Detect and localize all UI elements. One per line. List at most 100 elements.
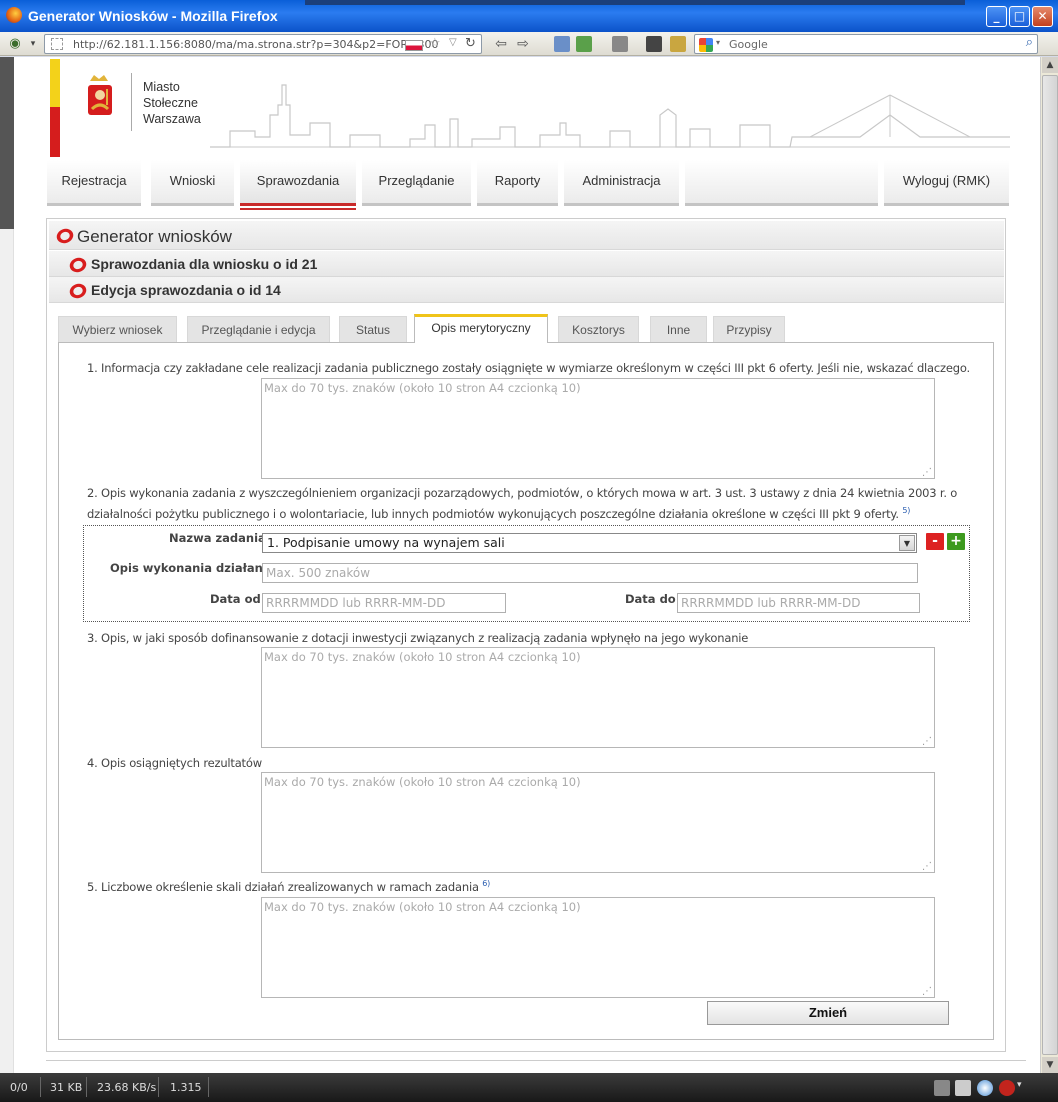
tab-kosztorys[interactable]: Kosztorys bbox=[558, 316, 639, 343]
tab-przegladanie-edycja[interactable]: Przeglądanie i edycja bbox=[187, 316, 330, 343]
tab-opis-merytoryczny[interactable]: Opis merytoryczny bbox=[414, 314, 548, 343]
download-page-icon[interactable] bbox=[576, 36, 592, 52]
brand-bar-red bbox=[50, 107, 60, 157]
brand-bar-yellow bbox=[50, 59, 60, 107]
google-icon[interactable] bbox=[699, 38, 713, 52]
nav-rejestracja[interactable]: Rejestracja bbox=[47, 160, 141, 206]
task-name-value[interactable]: 1. Podpisanie umowy na wynajem sali bbox=[267, 535, 505, 550]
subheader-reports: Sprawozdania dla wniosku o id 21 bbox=[49, 251, 1004, 277]
nav-raporty[interactable]: Raporty bbox=[477, 160, 558, 206]
nav-administracja[interactable]: Administracja bbox=[564, 160, 679, 206]
close-button[interactable]: ✕ bbox=[1032, 6, 1053, 27]
page-viewport: Miasto Stołeczne Warszawa Rejestracja Wn… bbox=[0, 57, 1040, 1073]
page-footer-line bbox=[46, 1060, 1026, 1070]
task-name-select[interactable]: 1. Podpisanie umowy na wynajem sali ▼ bbox=[262, 533, 917, 553]
firefox-icon bbox=[6, 7, 22, 23]
task-name-label: Nazwa zadania bbox=[169, 531, 266, 545]
footnote-5-link[interactable]: 5) bbox=[902, 506, 910, 515]
skyline-illustration bbox=[210, 84, 1010, 148]
bookmark-star-icon[interactable]: ☆ bbox=[429, 36, 441, 51]
status-time: 1.315 bbox=[170, 1081, 202, 1094]
window-titlebar: Generator Wniosków - Mozilla Firefox _ □… bbox=[0, 0, 1058, 32]
minimize-button[interactable]: _ bbox=[986, 6, 1007, 27]
question-1: 1. Informacja czy zakładane cele realiza… bbox=[87, 361, 970, 375]
question-4: 4. Opis osiągniętych rezultatów bbox=[87, 756, 262, 770]
ring-icon bbox=[67, 281, 89, 301]
window-title: Generator Wniosków - Mozilla Firefox bbox=[28, 8, 278, 24]
tab-inne[interactable]: Inne bbox=[650, 316, 707, 343]
back-icon[interactable]: ⇦ bbox=[490, 34, 512, 54]
warsaw-crest-logo bbox=[88, 75, 112, 115]
url-text[interactable]: http://62.181.1.156:8080/ma/ma.strona.st… bbox=[73, 38, 438, 51]
task-desc-label: Opis wykonania działania bbox=[110, 561, 275, 575]
wrench-icon[interactable] bbox=[934, 1080, 950, 1096]
search-engine-dropdown-icon[interactable]: ▾ bbox=[716, 38, 720, 47]
forward-icon[interactable]: ⇨ bbox=[512, 34, 534, 54]
download-icon[interactable] bbox=[955, 1080, 971, 1096]
answer-3-textarea[interactable]: Max do 70 tys. znaków (około 10 stron A4… bbox=[261, 647, 935, 748]
url-bar[interactable]: http://62.181.1.156:8080/ma/ma.strona.st… bbox=[44, 34, 482, 54]
tab-przypisy[interactable]: Przypisy bbox=[713, 316, 785, 343]
answer-1-textarea[interactable]: Max do 70 tys. znaków (około 10 stron A4… bbox=[261, 378, 935, 479]
vertical-scrollbar[interactable]: ▲ ▼ bbox=[1040, 57, 1058, 1073]
brand-text: Miasto Stołeczne Warszawa bbox=[143, 80, 201, 126]
nav-przegladanie[interactable]: Przeglądanie bbox=[362, 160, 471, 206]
nav-logout[interactable]: Wyloguj (RMK) bbox=[884, 160, 1009, 206]
adblock-icon[interactable] bbox=[999, 1080, 1015, 1096]
search-icon[interactable]: ⌕ bbox=[1026, 35, 1033, 50]
subheader-reports-title: Sprawozdania dla wniosku o id 21 bbox=[91, 256, 318, 272]
status-speed: 23.68 KB/s bbox=[97, 1081, 157, 1094]
tab-wybierz-wniosek[interactable]: Wybierz wniosek bbox=[58, 316, 177, 343]
pencil-icon[interactable] bbox=[670, 36, 686, 52]
tab-status[interactable]: Status bbox=[339, 316, 407, 343]
page-title: Generator wniosków bbox=[77, 227, 232, 246]
ring-icon bbox=[67, 255, 89, 275]
browser-toolbar: ◉ ▾ http://62.181.1.156:8080/ma/ma.stron… bbox=[0, 32, 1058, 56]
panel-header: Generator wniosków bbox=[49, 221, 1004, 250]
system-stats-strip bbox=[305, 0, 965, 5]
subheader-edit: Edycja sprawozdania o id 14 bbox=[49, 277, 1004, 303]
tab-content-form: 1. Informacja czy zakładane cele realiza… bbox=[58, 342, 994, 1040]
nav-sprawozdania[interactable]: Sprawozdania bbox=[240, 160, 356, 210]
search-bar[interactable]: ▾ Google ⌕ bbox=[694, 34, 1038, 54]
scroll-up-icon[interactable]: ▲ bbox=[1042, 57, 1058, 73]
nav-empty bbox=[685, 160, 878, 206]
grid-icon[interactable] bbox=[612, 36, 628, 52]
sidebar-strip bbox=[0, 57, 14, 1073]
zmien-button[interactable]: Zmień bbox=[707, 1001, 949, 1025]
question-5: 5. Liczbowe określenie skali działań zre… bbox=[87, 879, 490, 894]
site-identity-icon[interactable] bbox=[51, 38, 63, 50]
history-dropdown-icon[interactable]: ▾ bbox=[22, 34, 44, 54]
date-from-label: Data od bbox=[210, 592, 261, 606]
answer-4-textarea[interactable]: Max do 70 tys. znaków (około 10 stron A4… bbox=[261, 772, 935, 873]
question-2-text: 2. Opis wykonania zadania z wyszczególni… bbox=[87, 486, 958, 521]
status-bar: 0/0 31 KB 23.68 KB/s 1.315 ▾ bbox=[0, 1073, 1058, 1102]
subheader-edit-title: Edycja sprawozdania o id 14 bbox=[91, 282, 281, 298]
remove-task-button[interactable]: - bbox=[926, 533, 944, 550]
scroll-thumb[interactable] bbox=[1042, 75, 1058, 1055]
chevron-down-icon[interactable]: ▼ bbox=[899, 535, 915, 551]
date-to-input[interactable]: RRRRMMDD lub RRRR-MM-DD bbox=[677, 593, 920, 613]
question-3: 3. Opis, w jaki sposób dofinansowanie z … bbox=[87, 631, 749, 645]
status-count: 0/0 bbox=[10, 1081, 28, 1094]
search-placeholder[interactable]: Google bbox=[729, 38, 768, 51]
scroll-down-icon[interactable]: ▼ bbox=[1042, 1057, 1058, 1073]
nav-wnioski[interactable]: Wnioski bbox=[151, 160, 234, 206]
poland-flag-icon bbox=[405, 40, 423, 51]
adblock-dropdown-icon[interactable]: ▾ bbox=[1017, 1080, 1022, 1090]
plus-box-icon[interactable] bbox=[646, 36, 662, 52]
task-desc-input[interactable]: Max. 500 znaków bbox=[262, 563, 918, 583]
brand-separator bbox=[131, 73, 132, 131]
url-dropdown-icon[interactable]: ▽ bbox=[449, 37, 457, 48]
add-task-button[interactable]: + bbox=[947, 533, 965, 550]
answer-5-textarea[interactable]: Max do 70 tys. znaków (około 10 stron A4… bbox=[261, 897, 935, 998]
date-from-input[interactable]: RRRRMMDD lub RRRR-MM-DD bbox=[262, 593, 506, 613]
reload-icon[interactable]: ↻ bbox=[465, 36, 476, 51]
ring-icon bbox=[54, 226, 76, 246]
footnote-6-link[interactable]: 6) bbox=[482, 879, 490, 888]
content-panel: Generator wniosków Sprawozdania dla wnio… bbox=[46, 218, 1006, 1052]
task-entry-box: Nazwa zadania 1. Podpisanie umowy na wyn… bbox=[83, 525, 970, 622]
globe-icon[interactable] bbox=[977, 1080, 993, 1096]
addon-icon[interactable] bbox=[554, 36, 570, 52]
maximize-button[interactable]: □ bbox=[1009, 6, 1030, 27]
